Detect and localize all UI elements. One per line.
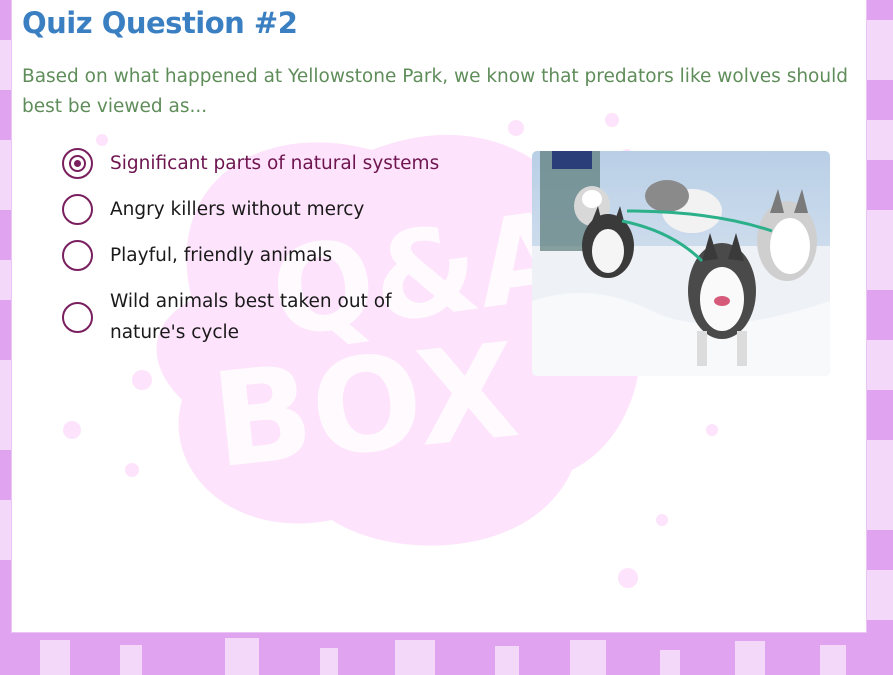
quiz-title: Quiz Question #2 — [22, 6, 298, 40]
radio-unselected-icon[interactable] — [62, 240, 93, 271]
option-label-line2: nature's cycle — [110, 322, 240, 343]
option-label: Playful, friendly animals — [110, 245, 333, 266]
radio-unselected-icon[interactable] — [62, 301, 93, 333]
option-angry-killers[interactable]: Angry killers without mercy — [62, 194, 364, 225]
option-label: Angry killers without mercy — [110, 199, 365, 220]
option-label: Significant parts of natural systems — [110, 153, 440, 174]
option-wild-animals[interactable]: Wild animals best taken out of nature's … — [62, 286, 392, 348]
option-label: Wild animals best taken out of nature's … — [110, 286, 392, 348]
option-significant-parts[interactable]: Significant parts of natural systems — [62, 148, 439, 179]
quiz-card: Q&A BOX Quiz Question #2 Based on what h… — [12, 0, 866, 632]
option-label-line1: Wild animals best taken out of — [110, 291, 392, 312]
sled-dogs-photo — [532, 151, 830, 376]
radio-unselected-icon[interactable] — [62, 194, 93, 225]
option-playful-animals[interactable]: Playful, friendly animals — [62, 240, 332, 271]
radio-selected-icon[interactable] — [62, 148, 93, 179]
question-text: Based on what happened at Yellowstone Pa… — [22, 66, 848, 117]
